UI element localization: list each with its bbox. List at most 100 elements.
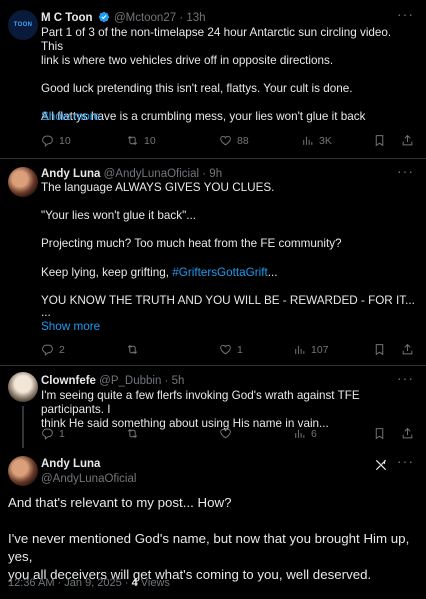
reply-button[interactable]: 1 — [41, 427, 65, 440]
bookmark-button[interactable] — [373, 427, 391, 440]
grok-icon[interactable] — [374, 458, 388, 472]
author-handle[interactable]: @AndyLunaOficial — [41, 473, 136, 485]
reply-icon — [42, 344, 53, 356]
separator-dot: · — [202, 168, 207, 180]
avatar[interactable]: TOON — [8, 10, 38, 40]
avatar[interactable] — [8, 456, 38, 486]
views-button[interactable]: 107 — [293, 343, 329, 356]
bookmark-button[interactable] — [373, 343, 391, 356]
like-button[interactable]: 88 — [219, 134, 249, 147]
tweet-andy-reply[interactable]: Andy Luna @AndyLunaOficial · 9h ··· The … — [0, 159, 426, 365]
author-handle[interactable]: @AndyLunaOficial — [104, 168, 199, 180]
repost-button[interactable] — [126, 427, 144, 440]
more-options-icon[interactable]: ··· — [397, 6, 414, 22]
text-span: Keep lying, keep grifting, — [41, 265, 173, 279]
tweet-text: The language ALWAYS GIVES YOU CLUES. "Yo… — [41, 181, 416, 322]
analytics-icon — [303, 136, 313, 145]
tweet-main-andy: Andy Luna @AndyLunaOficial ··· And that'… — [0, 448, 426, 599]
text-line: And that's relevant to my post... How? — [8, 495, 232, 510]
views-button[interactable]: 6 — [293, 427, 317, 440]
reply-icon — [42, 428, 53, 440]
analytics-icon — [295, 345, 305, 354]
views-count: 4 — [131, 577, 138, 589]
avatar[interactable] — [8, 372, 38, 402]
separator-dot: · — [179, 12, 184, 24]
text-line — [41, 68, 416, 82]
repost-icon — [127, 429, 138, 438]
post-time[interactable]: 12:36 AM — [8, 577, 54, 589]
views-count: 6 — [311, 427, 317, 440]
action-bar: 2 1 107 — [41, 343, 416, 359]
views-button[interactable]: 3K — [301, 134, 332, 147]
share-button[interactable] — [401, 343, 419, 356]
bookmark-icon — [375, 428, 384, 440]
views-label: Views — [140, 577, 170, 589]
avatar-logo-text: TOON — [13, 22, 33, 28]
like-count: 1 — [237, 343, 243, 356]
tweet-header: Clownfefe @P_Dubbin · 5h — [41, 375, 398, 387]
reply-button[interactable]: 10 — [41, 134, 71, 147]
author-name[interactable]: M C Toon — [41, 12, 93, 24]
share-icon — [402, 134, 413, 146]
like-button[interactable] — [219, 427, 237, 440]
share-button[interactable] — [401, 427, 419, 440]
tweet-text: I'm seeing quite a few flerfs invoking G… — [41, 389, 416, 431]
bookmark-button[interactable] — [373, 134, 391, 147]
tweet-header: M C Toon @Mctoon27 · 13h — [41, 11, 398, 26]
action-bar: 1 6 — [41, 427, 416, 443]
timestamp[interactable]: 9h — [209, 168, 222, 180]
text-line: The language ALWAYS GIVES YOU CLUES. — [41, 181, 275, 194]
tweet-clownfefe[interactable]: Clownfefe @P_Dubbin · 5h ··· I'm seeing … — [0, 366, 426, 448]
timestamp[interactable]: 5h — [172, 375, 185, 387]
repost-count: 10 — [144, 134, 156, 147]
heart-icon — [220, 135, 231, 146]
bookmark-icon — [375, 344, 384, 356]
action-bar: 10 10 88 3K — [41, 134, 416, 150]
show-more-link[interactable]: Show more — [41, 320, 100, 333]
repost-icon — [127, 345, 138, 354]
like-count: 88 — [237, 134, 249, 147]
author-name[interactable]: Andy Luna — [41, 168, 100, 180]
show-more-link[interactable]: Show more — [41, 110, 100, 123]
reply-count: 10 — [59, 134, 71, 147]
author-handle[interactable]: @P_Dubbin — [99, 375, 161, 387]
repost-button[interactable] — [126, 343, 144, 356]
thread-line — [22, 406, 24, 448]
text-line — [8, 512, 416, 530]
text-line: Keep lying, keep grifting, #GriftersGott… — [41, 266, 416, 280]
share-icon — [402, 343, 413, 355]
more-options-icon[interactable]: ··· — [397, 370, 414, 386]
reply-button[interactable]: 2 — [41, 343, 65, 356]
tweet-meta: 12:36 AM · Jan 9, 2025 · 4 Views — [8, 577, 170, 589]
separator-dot: · — [124, 577, 129, 589]
author-name[interactable]: Andy Luna — [41, 458, 100, 470]
separator-dot: · — [164, 375, 169, 387]
reply-count: 1 — [59, 427, 65, 440]
more-options-icon[interactable]: ··· — [397, 163, 414, 179]
more-options-icon[interactable]: ··· — [397, 453, 414, 469]
text-line: YOU KNOW THE TRUTH AND YOU WILL BE - REW… — [41, 293, 415, 307]
author-name[interactable]: Clownfefe — [41, 375, 96, 387]
heart-icon — [220, 428, 231, 439]
heart-icon — [220, 344, 231, 355]
text-line: I've never mentioned God's name, but now… — [8, 531, 410, 564]
views-count: 107 — [311, 343, 329, 356]
repost-icon — [127, 136, 138, 145]
like-button[interactable]: 1 — [219, 343, 243, 356]
author-handle[interactable]: @Mctoon27 — [114, 12, 176, 24]
tweet-text: And that's relevant to my post... How? I… — [8, 494, 416, 584]
reply-count: 2 — [59, 343, 65, 356]
avatar[interactable] — [8, 167, 38, 197]
text-span: ... — [267, 265, 278, 279]
text-line: Part 1 of 3 of the non-timelapse 24 hour… — [41, 26, 392, 53]
hashtag-link[interactable]: #GriftersGottaGrift — [172, 266, 267, 279]
timestamp[interactable]: 13h — [186, 12, 205, 24]
text-line: link is where two vehicles drive off in … — [41, 54, 334, 67]
share-icon — [402, 427, 413, 439]
repost-button[interactable]: 10 — [126, 134, 156, 147]
separator-dot: · — [57, 577, 62, 589]
share-button[interactable] — [401, 134, 419, 147]
post-date[interactable]: Jan 9, 2025 — [64, 577, 122, 589]
verified-badge-icon — [98, 11, 110, 26]
tweet-mctoon[interactable]: TOON M C Toon @Mctoon27 · 13h ··· Part 1… — [0, 0, 426, 158]
